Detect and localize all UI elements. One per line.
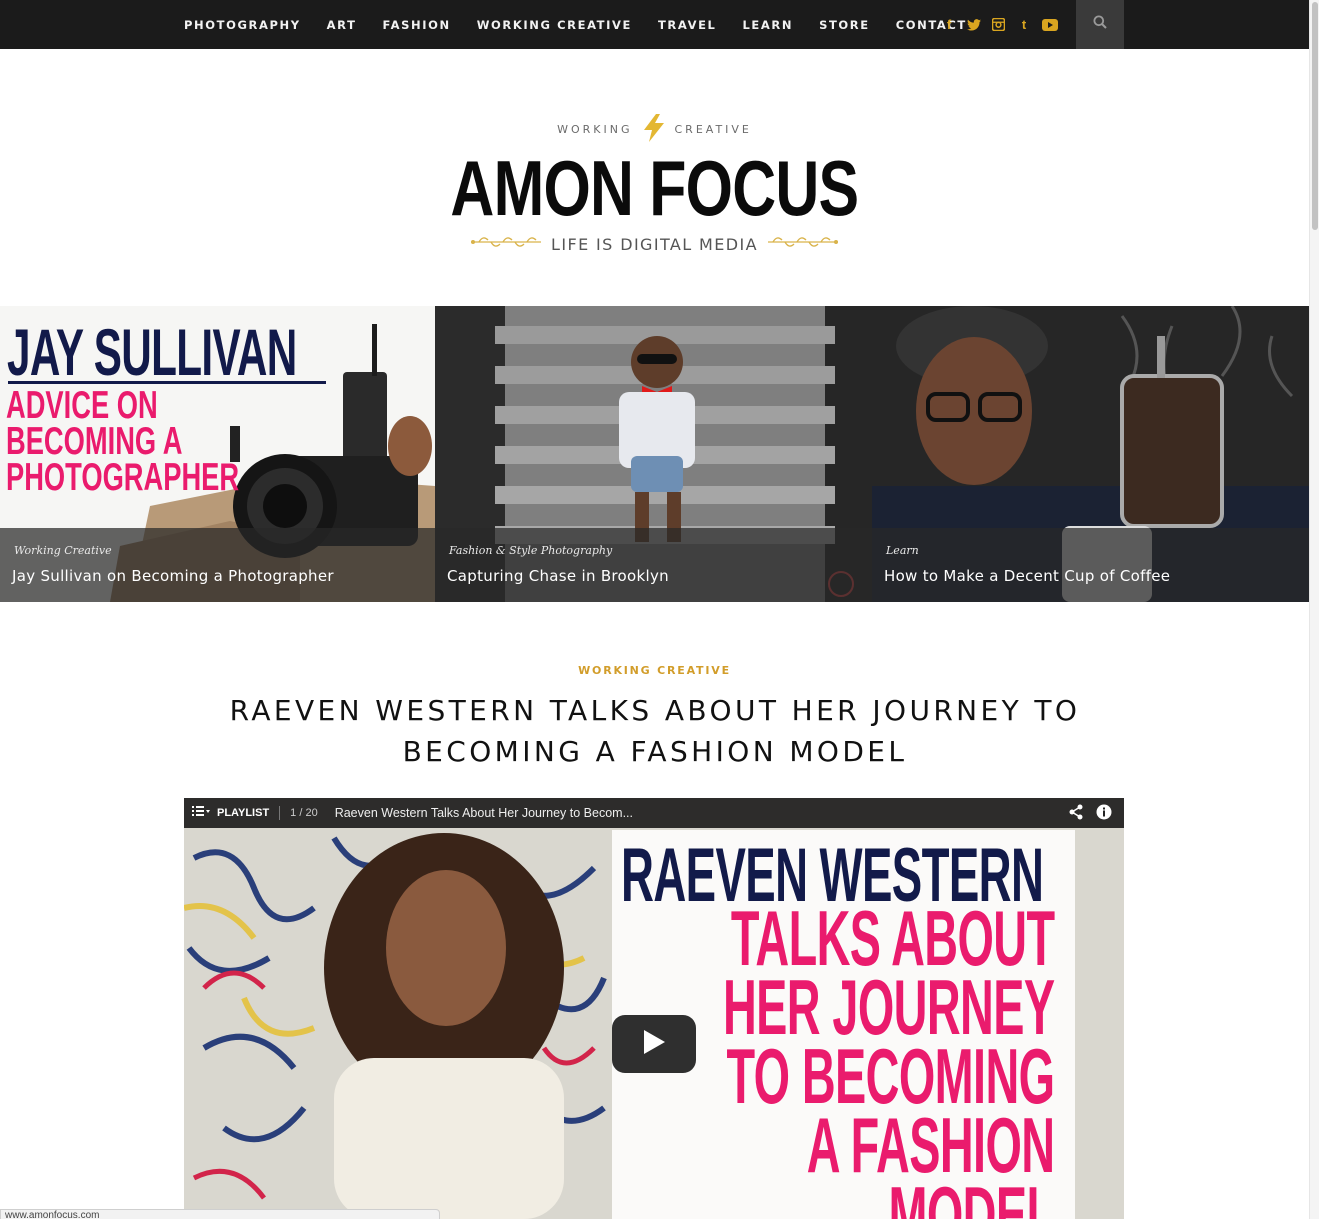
playlist-icon — [192, 804, 210, 822]
kicker-right: CREATIVE — [674, 123, 752, 136]
browser-status-url: www.amonfocus.com — [0, 1209, 440, 1219]
play-icon — [642, 1029, 666, 1060]
nav-item-art[interactable]: ART — [314, 18, 370, 32]
tumblr-icon[interactable]: t — [1017, 17, 1031, 32]
featured-card-jay-sullivan[interactable]: JAY SULLIVAN ADVICE ON BECOMING A PHOTOG… — [0, 306, 435, 602]
tagline-text: LIFE IS DIGITAL MEDIA — [551, 235, 758, 254]
video-art-subtitle: TALKS ABOUT HER JOURNEY TO BECOMING A FA… — [722, 894, 1055, 1219]
nav-item-travel[interactable]: TRAVEL — [645, 18, 730, 32]
right-flourish-icon — [766, 234, 840, 255]
share-icon[interactable] — [1068, 804, 1084, 825]
playlist-label: PLAYLIST — [217, 807, 270, 819]
nav-item-photography[interactable]: PHOTOGRAPHY — [171, 18, 314, 32]
article-category[interactable]: WORKING CREATIVE — [0, 664, 1309, 677]
featured-card-capturing-chase[interactable]: Fashion & Style Photography Capturing Ch… — [435, 306, 872, 602]
video-player[interactable]: RAEVEN WESTERN TALKS ABOUT HER JOURNEY T… — [184, 798, 1124, 1219]
facebook-icon[interactable]: f — [942, 17, 956, 32]
search-icon — [1093, 15, 1107, 34]
card-caption: Fashion & Style Photography Capturing Ch… — [435, 528, 872, 602]
featured-posts: JAY SULLIVAN ADVICE ON BECOMING A PHOTOG… — [0, 306, 1309, 602]
card-caption: Working Creative Jay Sullivan on Becomin… — [0, 528, 435, 602]
card-art-name: JAY SULLIVAN — [7, 315, 297, 389]
nav-item-learn[interactable]: LEARN — [729, 18, 806, 32]
card-category[interactable]: Fashion & Style Photography — [449, 544, 612, 557]
video-title[interactable]: Raeven Western Talks About Her Journey t… — [335, 806, 633, 820]
card-art-subtitle: ADVICE ON BECOMING A PHOTOGRAPHER — [6, 384, 240, 499]
site-logo[interactable]: AMON FOCUS — [144, 142, 1165, 234]
video-actions — [1068, 804, 1112, 825]
nav-item-store[interactable]: STORE — [806, 18, 883, 32]
card-category[interactable]: Working Creative — [14, 544, 112, 557]
search-button[interactable] — [1076, 0, 1124, 49]
playlist-button[interactable]: PLAYLIST — [192, 804, 269, 822]
info-icon[interactable] — [1096, 804, 1112, 825]
card-caption: Learn How to Make a Decent Cup of Coffee — [872, 528, 1309, 602]
card-title[interactable]: Capturing Chase in Brooklyn — [447, 567, 669, 585]
playlist-count: 1 / 20 — [290, 807, 318, 819]
featured-card-coffee[interactable]: Learn How to Make a Decent Cup of Coffee — [872, 306, 1309, 602]
social-links: f t — [942, 0, 1058, 49]
left-flourish-icon — [469, 234, 543, 255]
article-title[interactable]: RAEVEN WESTERN TALKS ABOUT HER JOURNEY T… — [180, 690, 1130, 772]
top-navigation-bar: PHOTOGRAPHY ART FASHION WORKING CREATIVE… — [0, 0, 1309, 49]
nav-item-fashion[interactable]: FASHION — [370, 18, 464, 32]
card-category[interactable]: Learn — [886, 544, 919, 557]
site-tagline: LIFE IS DIGITAL MEDIA — [0, 234, 1309, 255]
kicker-left: WORKING — [557, 123, 633, 136]
scrollbar-thumb[interactable] — [1312, 2, 1318, 230]
twitter-icon[interactable] — [967, 18, 981, 31]
instagram-icon[interactable] — [992, 18, 1006, 31]
bar-separator — [279, 806, 281, 820]
nav-item-working-creative[interactable]: WORKING CREATIVE — [464, 18, 645, 32]
main-nav: PHOTOGRAPHY ART FASHION WORKING CREATIVE… — [171, 0, 980, 49]
youtube-icon[interactable] — [1042, 18, 1058, 31]
card-title[interactable]: Jay Sullivan on Becoming a Photographer — [12, 567, 334, 585]
video-top-bar: PLAYLIST 1 / 20 Raeven Western Talks Abo… — [184, 798, 1124, 828]
card-title[interactable]: How to Make a Decent Cup of Coffee — [884, 567, 1170, 585]
play-button[interactable] — [612, 1015, 696, 1073]
